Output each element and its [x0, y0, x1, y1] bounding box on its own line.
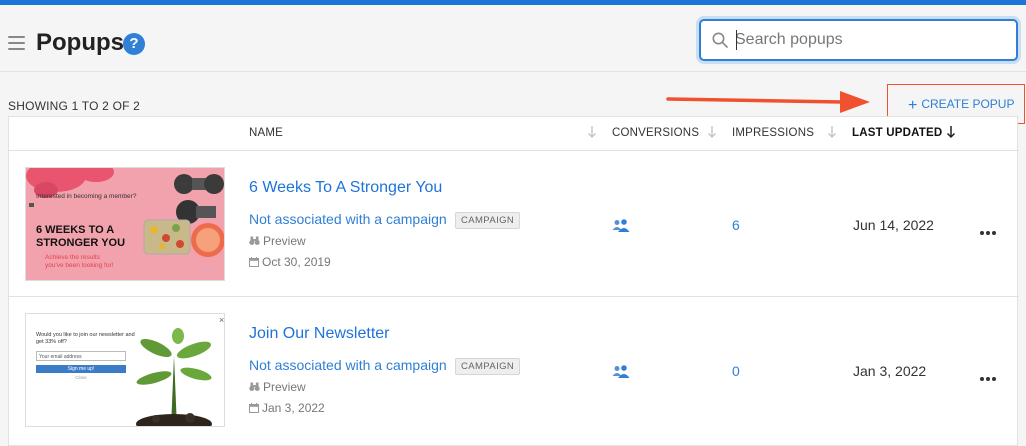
thumb-close-link: Close — [75, 375, 87, 380]
campaign-badge: CAMPAIGN — [455, 212, 521, 229]
binoculars-icon — [249, 236, 260, 245]
preview-link[interactable]: Preview — [249, 234, 306, 248]
impressions-link[interactable]: 6 — [732, 217, 740, 233]
thumb-email-field: Your email address — [36, 351, 126, 361]
showing-count: SHOWING 1 TO 2 OF 2 — [8, 99, 141, 113]
plus-icon: + — [908, 97, 918, 114]
text-caret — [736, 30, 737, 50]
thumb-subtext: Achieve the results you've been looking … — [45, 254, 113, 270]
search-input[interactable] — [735, 28, 1005, 52]
column-impressions[interactable]: IMPRESSIONS — [732, 127, 814, 139]
popup-thumbnail[interactable]: Interested in becoming a member? 6 WEEKS… — [25, 167, 225, 281]
table-header: NAME CONVERSIONS IMPRESSIONS LAST UPDATE… — [9, 117, 1019, 151]
preview-label: Preview — [263, 234, 306, 248]
popup-name-link[interactable]: 6 Weeks To A Stronger You — [249, 179, 442, 197]
last-updated-value: Jun 14, 2022 — [853, 217, 934, 233]
thumb-text: Would you like to join our newsletter an… — [36, 332, 135, 346]
thumb-text-line: get 33% off? — [36, 339, 67, 345]
page-header: Popups ? — [0, 5, 1026, 72]
users-icon[interactable] — [612, 219, 630, 233]
annotation-arrow-icon — [666, 91, 870, 113]
campaign-badge: CAMPAIGN — [455, 358, 521, 375]
sort-arrow-active-icon[interactable] — [946, 125, 956, 139]
column-conversions[interactable]: CONVERSIONS — [612, 127, 699, 139]
last-updated-value: Jan 3, 2022 — [853, 363, 927, 379]
created-date: Oct 30, 2019 — [249, 255, 331, 269]
sort-arrow-icon[interactable] — [827, 125, 837, 139]
impressions-link[interactable]: 0 — [732, 363, 740, 379]
plant-thumbnail-image — [136, 328, 212, 426]
page-title: Popups — [36, 29, 124, 56]
table-row[interactable]: × Would you like to join our newsletter … — [9, 297, 1019, 443]
more-icon[interactable] — [980, 368, 998, 381]
calendar-icon — [249, 403, 259, 413]
sort-arrow-icon[interactable] — [587, 125, 597, 139]
column-name[interactable]: NAME — [249, 127, 283, 139]
thumb-close-icon: × — [219, 315, 225, 325]
help-icon[interactable]: ? — [123, 33, 145, 55]
thumb-headline-line: STRONGER YOU — [36, 237, 126, 249]
created-date-value: Oct 30, 2019 — [262, 255, 331, 269]
hamburger-menu-icon[interactable] — [8, 36, 25, 50]
popup-name-link[interactable]: Join Our Newsletter — [249, 325, 390, 343]
table-row[interactable]: Interested in becoming a member? 6 WEEKS… — [9, 151, 1019, 297]
popup-thumbnail[interactable]: × Would you like to join our newsletter … — [25, 313, 225, 427]
thumb-text-line: Would you like to join our newsletter an… — [36, 332, 135, 338]
campaign-association-link[interactable]: Not associated with a campaign — [249, 357, 447, 373]
thumb-headline-line: 6 WEEKS TO A — [36, 224, 115, 236]
created-date: Jan 3, 2022 — [249, 401, 325, 415]
created-date-value: Jan 3, 2022 — [262, 401, 325, 415]
thumb-subtext-line: Achieve the results — [45, 254, 100, 261]
thumb-headline: 6 WEEKS TO A STRONGER YOU — [36, 224, 125, 250]
thumb-small-text: Interested in becoming a member? — [36, 193, 137, 200]
search-box[interactable] — [699, 19, 1018, 61]
more-icon[interactable] — [980, 222, 998, 235]
sort-arrow-icon[interactable] — [707, 125, 717, 139]
thumb-subtext-line: you've been looking for! — [45, 262, 114, 269]
search-icon — [712, 32, 728, 48]
create-popup-button[interactable]: + CREATE POPUP — [908, 97, 1014, 115]
popups-table: NAME CONVERSIONS IMPRESSIONS LAST UPDATE… — [8, 116, 1019, 446]
thumb-signup-button: Sign me up! — [36, 365, 126, 373]
preview-label: Preview — [263, 380, 306, 394]
column-last-updated[interactable]: LAST UPDATED — [852, 127, 942, 139]
preview-link[interactable]: Preview — [249, 380, 306, 394]
users-icon[interactable] — [612, 365, 630, 379]
campaign-association-link[interactable]: Not associated with a campaign — [249, 211, 447, 227]
binoculars-icon — [249, 382, 260, 391]
calendar-icon — [249, 257, 259, 267]
create-popup-label: CREATE POPUP — [921, 97, 1015, 111]
